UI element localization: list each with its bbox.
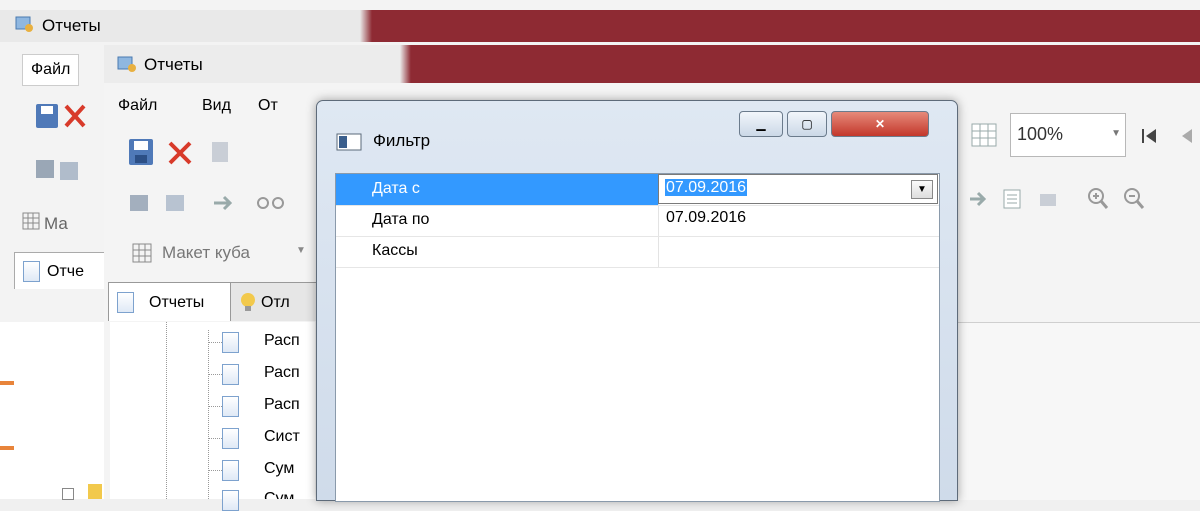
document-icon [117, 292, 134, 313]
document-icon [222, 490, 239, 511]
tree-connector [208, 406, 222, 407]
document-icon [222, 428, 239, 449]
report-preview-pane [956, 322, 1200, 500]
tree-connector [208, 374, 222, 375]
cube-layout-icon [22, 212, 40, 230]
right-toolbar-row2 [962, 182, 1198, 218]
refresh-icon[interactable] [210, 139, 230, 165]
tab-reports-label: Отчеты [149, 294, 205, 311]
tab-debug[interactable]: Отл [230, 282, 318, 321]
zoom-select[interactable]: 100% ▼ [1010, 113, 1126, 157]
tree-expander[interactable] [62, 488, 74, 500]
chevron-down-icon: ▼ [1111, 128, 1121, 139]
tree-line [166, 322, 168, 499]
dialog-icon [335, 131, 363, 153]
chevron-down-icon: ▼ [917, 184, 927, 195]
close-icon: ✕ [874, 117, 886, 131]
menu-file[interactable]: Файл [118, 97, 157, 115]
zoom-out-icon[interactable] [1122, 186, 1146, 212]
menu-reports[interactable]: От [258, 97, 278, 115]
row-value[interactable]: 07.09.2016 [666, 209, 746, 227]
maximize-icon: ▢ [801, 117, 813, 131]
app-icon [116, 53, 138, 75]
tree-item[interactable]: Расп [264, 396, 300, 414]
row-name: Кассы [372, 242, 418, 259]
arrow-icon[interactable] [968, 188, 988, 210]
back-toolbar-row1 [20, 100, 100, 140]
back-tree-pane [0, 322, 110, 499]
chevron-down-icon: ▼ [296, 245, 306, 256]
grid-row[interactable]: Дата по 07.09.2016 [336, 205, 939, 237]
main-window-title: Отчеты [144, 55, 203, 74]
document-icon [222, 364, 239, 385]
document-icon [222, 396, 239, 417]
tree-item[interactable]: Сум [264, 460, 294, 478]
row-name: Дата с [372, 180, 420, 197]
minimize-icon: ▁ [756, 117, 766, 131]
row-name: Дата по [372, 211, 430, 228]
tab-debug-label: Отл [261, 294, 290, 311]
menu-file-back[interactable]: Файл [22, 54, 80, 86]
document-icon [23, 261, 40, 282]
main-toolbar-row2 [122, 185, 312, 225]
tree-connector [208, 438, 222, 439]
document-icon [222, 332, 239, 353]
tab-reports[interactable]: Отчеты [108, 282, 232, 321]
background-titlebar [0, 10, 1200, 42]
lightbulb-icon [237, 291, 259, 313]
save-icon[interactable] [128, 137, 156, 167]
grid-view-icon[interactable] [968, 120, 1004, 150]
menu-view[interactable]: Вид [202, 97, 231, 115]
back-layout-label: Ма [44, 214, 68, 233]
background-window-title: Отчеты [42, 16, 101, 35]
first-page-icon[interactable] [1138, 124, 1160, 148]
layout-cube-label: Макет куба [162, 243, 250, 262]
cube-layout-icon [132, 243, 152, 263]
export-icon[interactable] [128, 191, 152, 215]
back-tab-reports-label: Отче [47, 263, 85, 280]
close-button[interactable]: ✕ [831, 111, 929, 137]
copy-icon[interactable] [164, 191, 188, 215]
main-toolbar-row1 [122, 133, 228, 173]
tree-item[interactable]: Расп [264, 364, 300, 382]
glasses-icon[interactable] [256, 195, 286, 211]
zoom-value: 100% [1017, 124, 1064, 144]
tree-item[interactable]: Расп [264, 332, 300, 350]
tree-connector [208, 342, 222, 343]
grid-row[interactable]: Кассы [336, 236, 939, 268]
folder-icon [88, 484, 102, 499]
zoom-in-icon[interactable] [1086, 186, 1110, 212]
maximize-button[interactable]: ▢ [787, 111, 827, 137]
layout-cube-button[interactable]: Макет куба ▼ [118, 237, 308, 269]
accent-line [0, 381, 14, 385]
document-icon [222, 460, 239, 481]
arrow-icon[interactable] [212, 193, 236, 213]
dialog-title: Фильтр [373, 131, 431, 150]
dropdown-button[interactable]: ▼ [911, 180, 933, 199]
back-layout-button[interactable]: Ма [14, 208, 104, 238]
back-toolbar-row2 [20, 150, 100, 190]
grid-row[interactable]: Дата с 07.09.2016 ▼ [336, 174, 939, 206]
list-icon[interactable] [1002, 188, 1022, 210]
property-grid: Дата с 07.09.2016 ▼ Дата по 07.09.2016 К… [335, 173, 940, 502]
tree-connector [208, 470, 222, 471]
close-icon[interactable] [166, 139, 194, 167]
tree-item[interactable]: Сум [264, 490, 294, 499]
date-from-value: 07.09.2016 [665, 179, 748, 196]
date-from-input[interactable]: 07.09.2016 ▼ [658, 174, 938, 204]
accent-line [0, 446, 14, 450]
app-icon [14, 14, 34, 34]
table-icon[interactable] [1038, 190, 1058, 208]
minimize-button[interactable]: ▁ [739, 111, 783, 137]
prev-page-icon[interactable] [1176, 124, 1200, 148]
back-tab-reports[interactable]: Отче [14, 252, 116, 289]
tree-item[interactable]: Сист [264, 428, 300, 446]
filter-dialog: Фильтр ▁ ▢ ✕ Дата с 07.09.2016 ▼ Дата по… [316, 100, 958, 502]
tree-line [208, 330, 210, 499]
main-titlebar [104, 45, 1200, 83]
